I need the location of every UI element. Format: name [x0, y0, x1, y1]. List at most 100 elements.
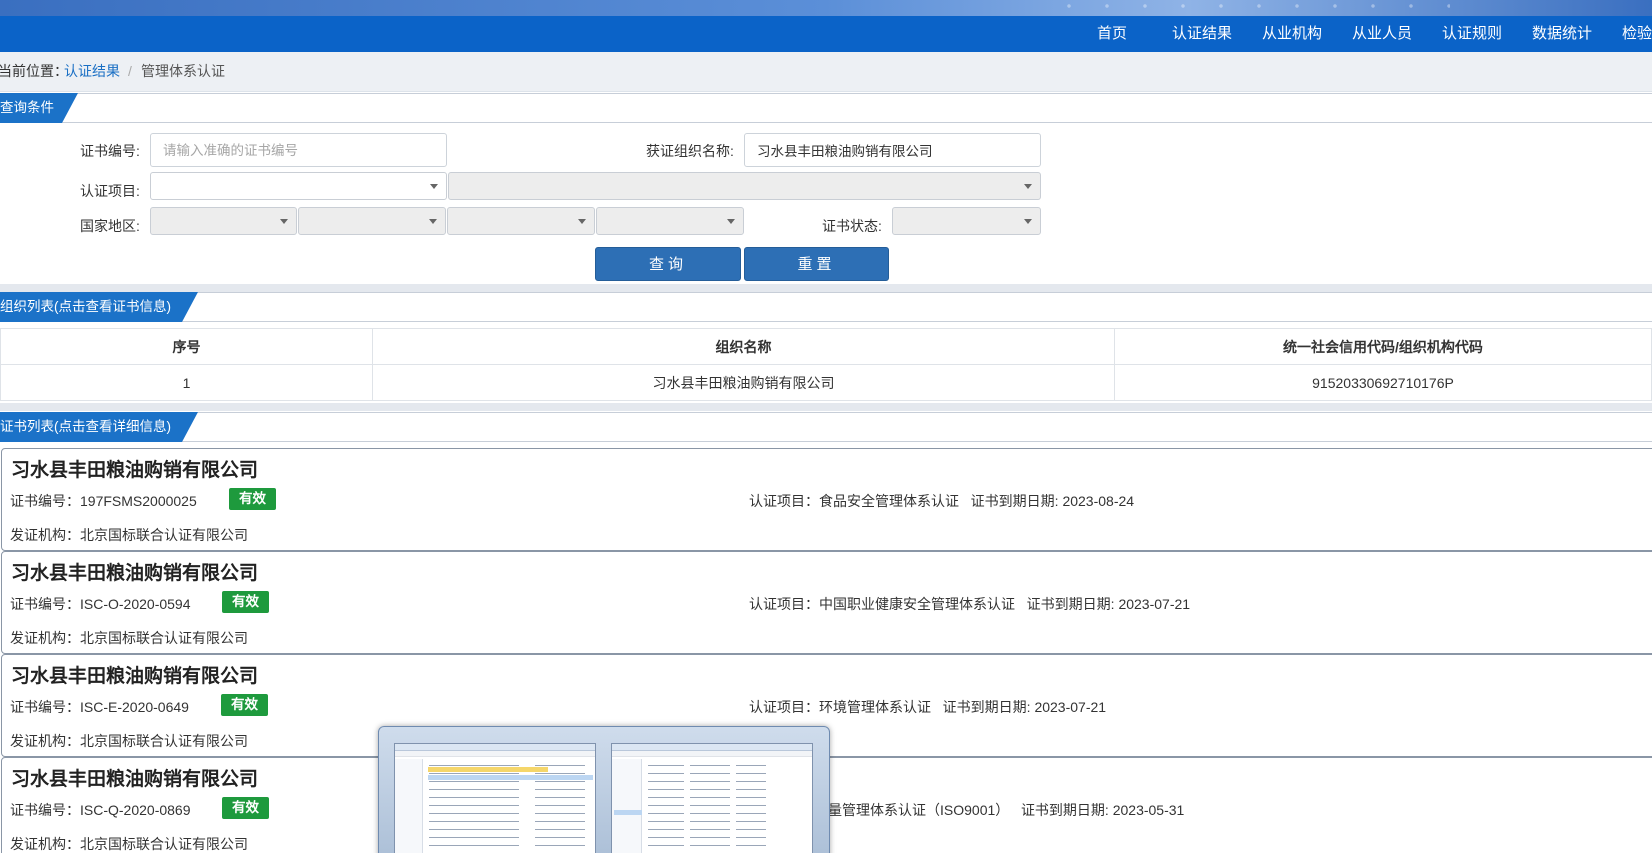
col-header-credit-code: 统一社会信用代码/组织机构代码 — [1114, 328, 1652, 365]
region-label: 国家地区: — [80, 218, 140, 234]
cert-expire-label: 证书到期日期: — [1026, 596, 1115, 612]
region-select-2[interactable] — [298, 207, 446, 235]
chevron-down-icon — [1024, 219, 1032, 224]
thumbnail-selected-row — [428, 775, 593, 780]
thumbnail-list-col — [690, 761, 730, 853]
thumbnail-selected-row — [614, 810, 642, 815]
nav-agencies[interactable]: 从业机构 — [1262, 16, 1322, 52]
window-thumbnail-2[interactable] — [611, 743, 813, 853]
nav-cert-results[interactable]: 认证结果 — [1172, 16, 1232, 52]
chevron-down-icon — [1024, 184, 1032, 189]
status-badge: 有效 — [222, 591, 269, 613]
cert-card[interactable]: 习水县丰田粮油购销有限公司 证书编号：197FSMS2000025 有效 认证项… — [1, 448, 1652, 551]
cert-no-value: ISC-Q-2020-0869 — [80, 802, 191, 818]
nav-home[interactable]: 首页 — [1097, 16, 1127, 52]
header-banner — [0, 0, 1652, 16]
region-select-4[interactable] — [596, 207, 744, 235]
cert-list-header: 证书列表(点击查看详细信息) — [0, 412, 1652, 442]
cert-issuer-value: 北京国标联合认证有限公司 — [80, 733, 248, 749]
cert-no-label: 证书编号： — [10, 802, 80, 818]
thumbnail-tree-pane — [395, 759, 423, 853]
query-section-header: 查询条件 — [0, 93, 1652, 123]
section-divider — [0, 403, 1652, 411]
section-divider — [0, 284, 1652, 292]
cert-issuer-value: 北京国标联合认证有限公司 — [80, 836, 248, 852]
nav-statistics[interactable]: 数据统计 — [1532, 16, 1592, 52]
breadcrumb-link-results[interactable]: 认证结果 — [64, 52, 120, 90]
breadcrumb-current: 管理体系认证 — [141, 63, 225, 79]
reset-button[interactable]: 重置 — [744, 247, 889, 281]
cert-list-title: 证书列表(点击查看详细信息) — [0, 412, 198, 442]
cert-expire-label: 证书到期日期: — [1020, 802, 1109, 818]
cert-issuer-value: 北京国标联合认证有限公司 — [80, 630, 248, 646]
status-badge: 有效 — [229, 488, 276, 510]
cell-credit-code: 91520330692710176P — [1114, 364, 1652, 401]
cert-card[interactable]: 习水县丰田粮油购销有限公司 证书编号：ISC-O-2020-0594 有效 认证… — [1, 551, 1652, 654]
cert-item-value: 环境管理体系认证 — [819, 699, 931, 715]
cert-item-label: 认证项目: — [80, 183, 140, 199]
status-select[interactable] — [892, 207, 1041, 235]
cert-org-name: 习水县丰田粮油购销有限公司 — [11, 769, 259, 790]
status-badge: 有效 — [221, 694, 268, 716]
col-header-org-name: 组织名称 — [372, 328, 1115, 365]
thumbnail-menubar — [395, 751, 595, 757]
thumbnail-titlebar — [612, 744, 812, 751]
cert-org-name: 习水县丰田粮油购销有限公司 — [11, 666, 259, 687]
chevron-down-icon — [280, 219, 288, 224]
thumbnail-list-col — [736, 761, 766, 853]
org-list-title: 组织列表(点击查看证书信息) — [0, 292, 198, 322]
nav-personnel[interactable]: 从业人员 — [1352, 16, 1412, 52]
chevron-down-icon — [429, 219, 437, 224]
cert-no-value: ISC-E-2020-0649 — [80, 699, 189, 715]
status-badge: 有效 — [222, 797, 269, 819]
breadcrumb: 当前位置： 认证结果 / 管理体系认证 — [0, 52, 1652, 92]
table-header-row: 序号 组织名称 统一社会信用代码/组织机构代码 — [0, 328, 1652, 365]
window-thumbnail-1[interactable] — [394, 743, 596, 853]
region-select-1[interactable] — [150, 207, 297, 235]
cert-no-input[interactable] — [150, 133, 447, 167]
cert-item-value: 量管理体系认证（ISO9001） — [828, 802, 1010, 818]
thumbnail-tree-pane — [612, 759, 642, 853]
cert-org-name: 习水县丰田粮油购销有限公司 — [11, 563, 259, 584]
cert-issuer-label: 发证机构： — [10, 733, 80, 749]
cert-no-label: 证书编号： — [10, 493, 80, 509]
cell-org-name: 习水县丰田粮油购销有限公司 — [372, 364, 1115, 401]
cert-org-name: 习水县丰田粮油购销有限公司 — [11, 460, 259, 481]
banner-pattern — [1050, 0, 1450, 16]
col-header-index: 序号 — [0, 328, 373, 365]
cert-item-value: 中国职业健康安全管理体系认证 — [819, 596, 1015, 612]
cert-expire-value: 2023-05-31 — [1112, 802, 1185, 818]
cert-no-label: 证书编号： — [10, 699, 80, 715]
cell-index: 1 — [0, 364, 373, 401]
chevron-down-icon — [727, 219, 735, 224]
query-section-title: 查询条件 — [0, 93, 78, 123]
chevron-down-icon — [578, 219, 586, 224]
status-label: 证书状态: — [822, 218, 882, 234]
taskbar-preview-popup — [378, 726, 830, 853]
org-name-input[interactable] — [744, 133, 1041, 167]
nav-rules[interactable]: 认证规则 — [1442, 16, 1502, 52]
search-button[interactable]: 查询 — [595, 247, 741, 281]
org-table: 序号 组织名称 统一社会信用代码/组织机构代码 1 习水县丰田粮油购销有限公司 … — [0, 328, 1652, 401]
cert-no-label: 证书编号： — [10, 596, 80, 612]
breadcrumb-prefix: 当前位置： — [0, 63, 68, 79]
cert-item-label: 认证项目： — [749, 596, 819, 612]
cert-no-label: 证书编号: — [80, 143, 140, 159]
cert-no-value: ISC-O-2020-0594 — [80, 596, 191, 612]
cert-subitem-select[interactable] — [448, 172, 1041, 200]
cert-item-label: 认证项目： — [749, 493, 819, 509]
org-list-header: 组织列表(点击查看证书信息) — [0, 292, 1652, 322]
cert-issuer-value: 北京国标联合认证有限公司 — [80, 527, 248, 543]
thumbnail-highlight-row — [428, 767, 548, 772]
nav-inspection[interactable]: 检验 — [1622, 16, 1652, 52]
cert-issuer-label: 发证机构： — [10, 527, 80, 543]
cert-expire-label: 证书到期日期: — [942, 699, 1031, 715]
org-name-label: 获证组织名称: — [646, 143, 734, 159]
cert-expire-value: 2023-08-24 — [1062, 493, 1135, 509]
cert-item-select[interactable] — [150, 172, 447, 200]
cert-issuer-label: 发证机构： — [10, 630, 80, 646]
region-select-3[interactable] — [447, 207, 595, 235]
cert-issuer-label: 发证机构： — [10, 836, 80, 852]
main-nav: 首页 认证结果 从业机构 从业人员 认证规则 数据统计 检验 — [0, 16, 1652, 52]
table-row[interactable]: 1 习水县丰田粮油购销有限公司 91520330692710176P — [0, 364, 1652, 401]
